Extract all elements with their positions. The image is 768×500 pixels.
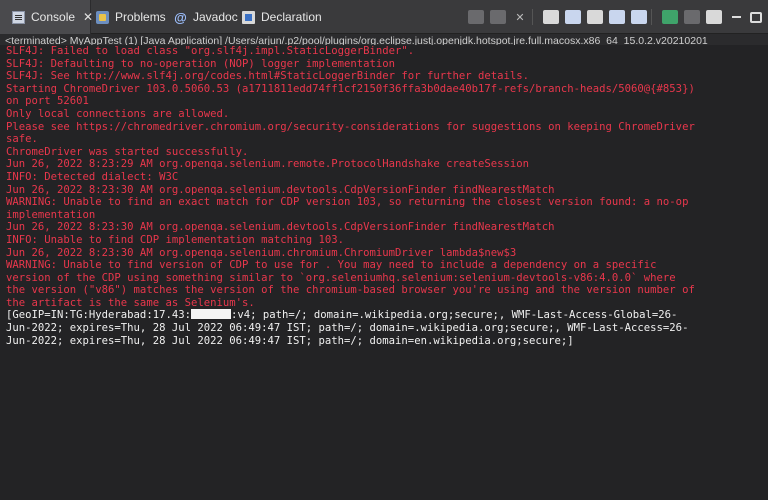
pin-console-icon[interactable]	[662, 10, 678, 24]
console-line: SLF4J: Defaulting to no-operation (NOP) …	[6, 57, 396, 70]
close-icon[interactable]: ✕	[83, 10, 93, 24]
terminate-icon[interactable]	[468, 10, 484, 24]
declaration-icon	[242, 10, 255, 24]
tab-javadoc-label: Javadoc	[193, 10, 238, 24]
console-line: Jun 26, 2022 8:23:30 AM org.openqa.selen…	[6, 221, 555, 234]
console-icon	[12, 10, 25, 24]
console-line: Jun-2022; expires=Thu, 28 Jul 2022 06:49…	[6, 334, 574, 347]
console-output[interactable]: SLF4J: Failed to load class "org.slf4j.i…	[0, 45, 768, 500]
console-line: Jun 26, 2022 8:23:30 AM org.openqa.selen…	[6, 246, 517, 259]
console-line: Please see https://chromedriver.chromium…	[6, 120, 695, 133]
console-line-text: :v4; path=/; domain=.wikipedia.org;secur…	[230, 309, 678, 322]
console-line: WARNING: Unable to find an exact match f…	[6, 196, 689, 209]
console-line: on port 52601	[6, 95, 89, 108]
tab-declaration[interactable]: Declaration	[242, 0, 322, 34]
toolbar-separator	[651, 9, 652, 25]
console-line: SLF4J: See http://www.slf4j.org/codes.ht…	[6, 70, 529, 83]
console-lines: SLF4J: Failed to load class "org.slf4j.i…	[0, 45, 768, 347]
word-wrap-icon[interactable]	[587, 10, 603, 24]
console-line: Jun 26, 2022 8:23:29 AM org.openqa.selen…	[6, 158, 529, 171]
tab-problems[interactable]: Problems	[96, 0, 166, 34]
tab-problems-label: Problems	[115, 10, 166, 24]
console-line: INFO: Unable to find CDP implementation …	[6, 233, 345, 246]
view-tab-bar: Console ✕ Problems @ Javadoc Declaration…	[0, 0, 768, 34]
minimize-icon[interactable]	[728, 10, 744, 24]
console-toolbar: ✕	[462, 0, 768, 34]
console-line-text: [GeoIP=IN:TG:Hyderabad:17.43:	[6, 309, 191, 322]
scroll-lock-icon[interactable]	[565, 10, 581, 24]
console-line: implementation	[6, 208, 96, 221]
console-scrollbar[interactable]	[758, 45, 768, 500]
console-line: the version ("v86") matches the version …	[6, 284, 695, 297]
tab-console[interactable]: Console ✕	[0, 0, 93, 34]
console-line: WARNING: Unable to find version of CDP t…	[6, 259, 657, 272]
show-on-stderr-icon[interactable]	[631, 10, 647, 24]
tab-javadoc[interactable]: @ Javadoc	[174, 0, 238, 34]
toolbar-separator	[532, 9, 533, 25]
console-line: Starting ChromeDriver 103.0.5060.53 (a17…	[6, 82, 695, 95]
console-line: safe.	[6, 133, 38, 146]
console-line: version of the CDP using something simil…	[6, 271, 676, 284]
console-line: the artifact is the same as Selenium's.	[6, 296, 255, 309]
tab-declaration-label: Declaration	[261, 10, 322, 24]
javadoc-icon: @	[174, 9, 187, 25]
remove-launch-icon[interactable]	[490, 10, 506, 24]
console-line: Jun 26, 2022 8:23:30 AM org.openqa.selen…	[6, 183, 555, 196]
console-line: ChromeDriver was started successfully.	[6, 145, 249, 158]
console-line: [GeoIP=IN:TG:Hyderabad:17.43: :v4; path=/…	[6, 309, 768, 322]
display-selected-console-icon[interactable]	[684, 10, 700, 24]
console-line: Only local connections are allowed.	[6, 107, 230, 120]
show-on-stdout-icon[interactable]	[609, 10, 625, 24]
console-line: INFO: Detected dialect: W3C	[6, 170, 179, 183]
console-line: Jun-2022; expires=Thu, 28 Jul 2022 06:49…	[6, 322, 689, 335]
redacted-block	[190, 309, 231, 320]
remove-all-terminated-icon[interactable]: ✕	[512, 10, 528, 24]
tab-console-label: Console	[31, 10, 76, 24]
problems-icon	[96, 10, 109, 24]
clear-console-icon[interactable]	[543, 10, 559, 24]
maximize-icon[interactable]	[750, 11, 762, 23]
open-console-icon[interactable]	[706, 10, 722, 24]
console-line: SLF4J: Failed to load class "org.slf4j.i…	[6, 45, 415, 57]
